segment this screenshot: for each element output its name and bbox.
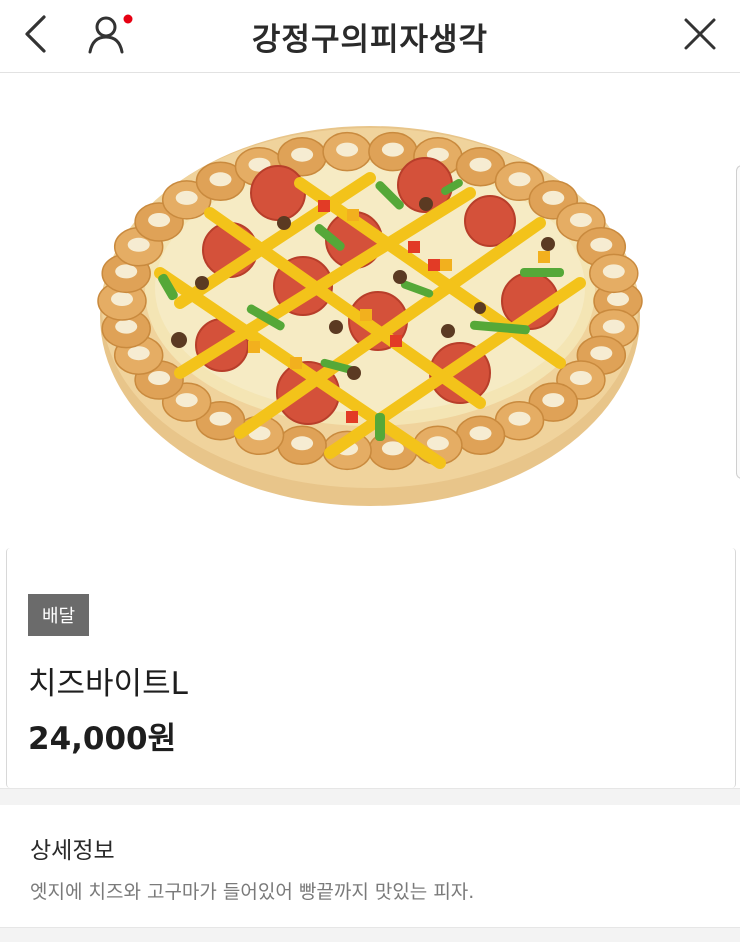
section-divider [0, 788, 740, 805]
close-icon [682, 16, 718, 56]
user-icon [86, 12, 134, 60]
next-image-peek[interactable] [736, 165, 740, 479]
bottom-divider [0, 927, 740, 942]
top-app-bar: 강정구의피자생각 [0, 0, 740, 73]
product-info-card: 배달 치즈바이트L 24,000원 [6, 548, 736, 788]
page-title: 강정구의피자생각 [251, 21, 489, 58]
notification-dot [123, 14, 133, 24]
delivery-badge: 배달 [28, 594, 89, 636]
product-price: 24,000원 [28, 721, 177, 757]
product-image-area [0, 73, 740, 545]
product-name: 치즈바이트L [28, 666, 188, 702]
detail-section: 상세정보 엣지에 치즈와 고구마가 들어있어 빵끝까지 맛있는 피자. [0, 805, 740, 941]
detail-description: 엣지에 치즈와 고구마가 들어있어 빵끝까지 맛있는 피자. [30, 881, 475, 903]
detail-title: 상세정보 [30, 838, 115, 864]
chevron-left-icon [23, 14, 49, 58]
back-button[interactable] [10, 0, 62, 72]
pizza-image [97, 126, 643, 506]
account-button[interactable] [80, 0, 140, 72]
close-button[interactable] [670, 0, 730, 72]
